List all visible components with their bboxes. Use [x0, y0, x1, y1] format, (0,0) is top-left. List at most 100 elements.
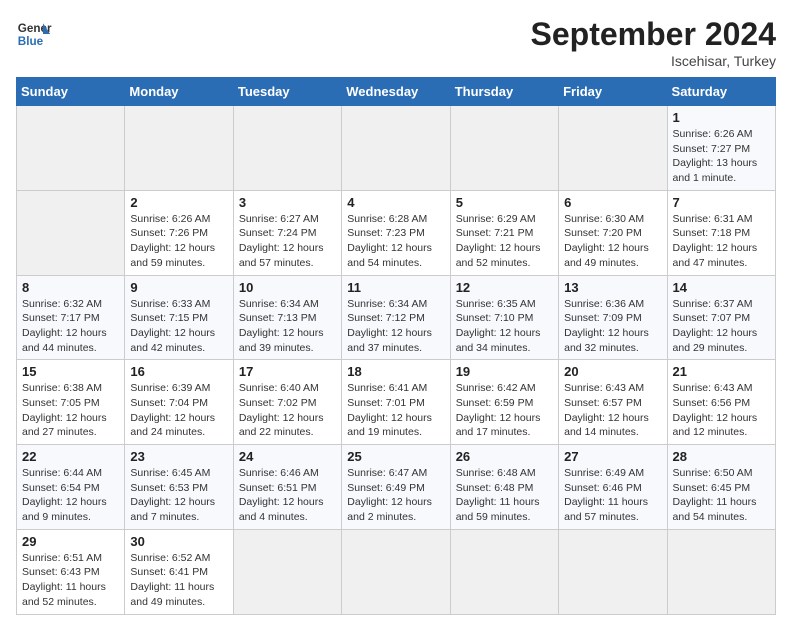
calendar-cell: 7Sunrise: 6:31 AMSunset: 7:18 PMDaylight…	[667, 190, 775, 275]
day-number: 14	[673, 280, 770, 295]
day-number: 27	[564, 449, 661, 464]
calendar-cell	[17, 106, 125, 191]
calendar-cell: 24 Sunrise: 6:46 AMSunset: 6:51 PMDayligh…	[233, 445, 341, 530]
day-number: 2	[130, 195, 227, 210]
calendar-cell	[233, 529, 341, 614]
calendar-cell: 10 Sunrise: 6:34 AMSunset: 7:13 PMDayligh…	[233, 275, 341, 360]
day-info: Sunrise: 6:35 AMSunset: 7:10 PMDaylight:…	[456, 297, 553, 356]
calendar-cell: 30 Sunrise: 6:52 AMSunset: 6:41 PMDayligh…	[125, 529, 233, 614]
calendar-cell	[450, 529, 558, 614]
day-number: 7	[673, 195, 770, 210]
day-number: 13	[564, 280, 661, 295]
day-info: Sunrise: 6:29 AMSunset: 7:21 PMDaylight:…	[456, 212, 553, 271]
day-number: 1	[673, 110, 770, 125]
day-number: 6	[564, 195, 661, 210]
day-number: 21	[673, 364, 770, 379]
day-header-thursday: Thursday	[450, 78, 558, 106]
day-number: 8	[22, 280, 119, 295]
day-number: 29	[22, 534, 119, 549]
calendar-cell: 22Sunrise: 6:44 AMSunset: 6:54 PMDayligh…	[17, 445, 125, 530]
calendar-week-row: 8 Sunrise: 6:32 AMSunset: 7:17 PMDaylight…	[17, 275, 776, 360]
day-info: Sunrise: 6:33 AMSunset: 7:15 PMDaylight:…	[130, 297, 227, 356]
day-header-tuesday: Tuesday	[233, 78, 341, 106]
day-info: Sunrise: 6:42 AMSunset: 6:59 PMDaylight:…	[456, 381, 553, 440]
calendar-cell: 27 Sunrise: 6:49 AMSunset: 6:46 PMDayligh…	[559, 445, 667, 530]
calendar-cell: 6 Sunrise: 6:30 AMSunset: 7:20 PMDaylight…	[559, 190, 667, 275]
calendar-week-row: 22Sunrise: 6:44 AMSunset: 6:54 PMDayligh…	[17, 445, 776, 530]
calendar-cell	[559, 529, 667, 614]
day-info: Sunrise: 6:26 AMSunset: 7:26 PMDaylight:…	[130, 212, 227, 271]
day-info: Sunrise: 6:47 AMSunset: 6:49 PMDaylight:…	[347, 466, 444, 525]
day-number: 28	[673, 449, 770, 464]
day-info: Sunrise: 6:37 AMSunset: 7:07 PMDaylight:…	[673, 297, 770, 356]
calendar-cell	[667, 529, 775, 614]
calendar-week-row: 15Sunrise: 6:38 AMSunset: 7:05 PMDayligh…	[17, 360, 776, 445]
calendar-cell: 18 Sunrise: 6:41 AMSunset: 7:01 PMDayligh…	[342, 360, 450, 445]
day-info: Sunrise: 6:26 AMSunset: 7:27 PMDaylight:…	[673, 127, 770, 186]
calendar-cell: 12Sunrise: 6:35 AMSunset: 7:10 PMDayligh…	[450, 275, 558, 360]
day-info: Sunrise: 6:41 AMSunset: 7:01 PMDaylight:…	[347, 381, 444, 440]
day-info: Sunrise: 6:28 AMSunset: 7:23 PMDaylight:…	[347, 212, 444, 271]
calendar-cell: 28 Sunrise: 6:50 AMSunset: 6:45 PMDayligh…	[667, 445, 775, 530]
day-number: 5	[456, 195, 553, 210]
day-number: 3	[239, 195, 336, 210]
day-info: Sunrise: 6:34 AMSunset: 7:12 PMDaylight:…	[347, 297, 444, 356]
day-info: Sunrise: 6:27 AMSunset: 7:24 PMDaylight:…	[239, 212, 336, 271]
day-info: Sunrise: 6:38 AMSunset: 7:05 PMDaylight:…	[22, 381, 119, 440]
day-info: Sunrise: 6:46 AMSunset: 6:51 PMDaylight:…	[239, 466, 336, 525]
day-info: Sunrise: 6:52 AMSunset: 6:41 PMDaylight:…	[130, 551, 227, 610]
day-header-sunday: Sunday	[17, 78, 125, 106]
day-number: 30	[130, 534, 227, 549]
calendar-cell: 16 Sunrise: 6:39 AMSunset: 7:04 PMDayligh…	[125, 360, 233, 445]
logo-icon: General Blue	[16, 16, 52, 52]
day-number: 9	[130, 280, 227, 295]
calendar-cell: 11 Sunrise: 6:34 AMSunset: 7:12 PMDayligh…	[342, 275, 450, 360]
calendar-cell: 15Sunrise: 6:38 AMSunset: 7:05 PMDayligh…	[17, 360, 125, 445]
calendar-cell	[559, 106, 667, 191]
logo: General Blue	[16, 16, 52, 52]
day-info: Sunrise: 6:36 AMSunset: 7:09 PMDaylight:…	[564, 297, 661, 356]
day-number: 18	[347, 364, 444, 379]
calendar-table: SundayMondayTuesdayWednesdayThursdayFrid…	[16, 77, 776, 615]
calendar-cell: 14 Sunrise: 6:37 AMSunset: 7:07 PMDayligh…	[667, 275, 775, 360]
calendar-week-row: 1 Sunrise: 6:26 AMSunset: 7:27 PMDaylight…	[17, 106, 776, 191]
page-header: General Blue September 2024 Iscehisar, T…	[16, 16, 776, 69]
day-info: Sunrise: 6:51 AMSunset: 6:43 PMDaylight:…	[22, 551, 119, 610]
calendar-cell: 3 Sunrise: 6:27 AMSunset: 7:24 PMDaylight…	[233, 190, 341, 275]
day-number: 24	[239, 449, 336, 464]
day-number: 16	[130, 364, 227, 379]
day-header-saturday: Saturday	[667, 78, 775, 106]
day-info: Sunrise: 6:43 AMSunset: 6:57 PMDaylight:…	[564, 381, 661, 440]
calendar-cell: 20 Sunrise: 6:43 AMSunset: 6:57 PMDayligh…	[559, 360, 667, 445]
calendar-cell	[450, 106, 558, 191]
calendar-cell: 17 Sunrise: 6:40 AMSunset: 7:02 PMDayligh…	[233, 360, 341, 445]
calendar-cell: 13 Sunrise: 6:36 AMSunset: 7:09 PMDayligh…	[559, 275, 667, 360]
day-number: 19	[456, 364, 553, 379]
day-number: 23	[130, 449, 227, 464]
day-info: Sunrise: 6:32 AMSunset: 7:17 PMDaylight:…	[22, 297, 119, 356]
calendar-cell	[342, 106, 450, 191]
day-number: 20	[564, 364, 661, 379]
calendar-cell: 2 Sunrise: 6:26 AMSunset: 7:26 PMDaylight…	[125, 190, 233, 275]
calendar-cell	[125, 106, 233, 191]
svg-text:Blue: Blue	[18, 35, 44, 48]
day-info: Sunrise: 6:50 AMSunset: 6:45 PMDaylight:…	[673, 466, 770, 525]
day-info: Sunrise: 6:49 AMSunset: 6:46 PMDaylight:…	[564, 466, 661, 525]
day-number: 25	[347, 449, 444, 464]
calendar-week-row: 2 Sunrise: 6:26 AMSunset: 7:26 PMDaylight…	[17, 190, 776, 275]
day-number: 17	[239, 364, 336, 379]
calendar-cell: 19 Sunrise: 6:42 AMSunset: 6:59 PMDayligh…	[450, 360, 558, 445]
day-number: 11	[347, 280, 444, 295]
day-number: 4	[347, 195, 444, 210]
day-info: Sunrise: 6:44 AMSunset: 6:54 PMDaylight:…	[22, 466, 119, 525]
day-info: Sunrise: 6:40 AMSunset: 7:02 PMDaylight:…	[239, 381, 336, 440]
day-number: 10	[239, 280, 336, 295]
calendar-cell	[233, 106, 341, 191]
calendar-cell: 5 Sunrise: 6:29 AMSunset: 7:21 PMDaylight…	[450, 190, 558, 275]
calendar-cell: 8 Sunrise: 6:32 AMSunset: 7:17 PMDaylight…	[17, 275, 125, 360]
day-info: Sunrise: 6:30 AMSunset: 7:20 PMDaylight:…	[564, 212, 661, 271]
month-title: September 2024	[531, 16, 776, 53]
day-info: Sunrise: 6:39 AMSunset: 7:04 PMDaylight:…	[130, 381, 227, 440]
day-number: 26	[456, 449, 553, 464]
day-info: Sunrise: 6:34 AMSunset: 7:13 PMDaylight:…	[239, 297, 336, 356]
